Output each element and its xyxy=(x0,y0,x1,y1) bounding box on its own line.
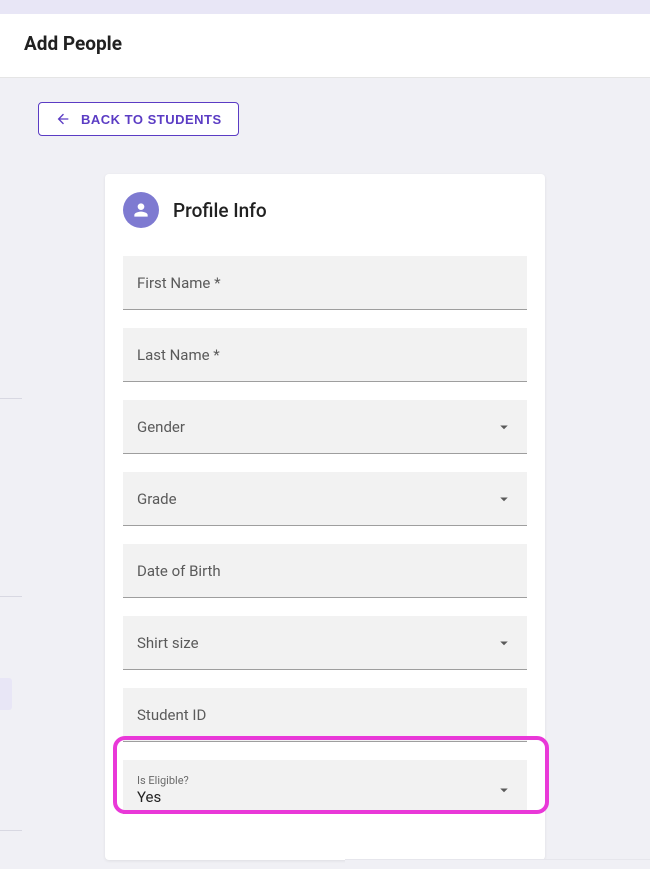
profile-card: Profile Info First Name * Last Name * Ge… xyxy=(105,174,545,860)
chevron-down-icon xyxy=(495,634,513,652)
is-eligible-label: Is Eligible? xyxy=(137,774,189,787)
gender-select[interactable]: Gender xyxy=(123,400,527,454)
student-id-label: Student ID xyxy=(137,706,206,724)
back-button-label: BACK TO STUDENTS xyxy=(81,112,222,127)
header-bar: Add People xyxy=(0,14,650,78)
is-eligible-select[interactable]: Is Eligible? Yes xyxy=(123,760,527,814)
dob-label: Date of Birth xyxy=(137,562,221,580)
bottom-edge xyxy=(345,859,650,869)
edge-divider xyxy=(0,830,22,831)
shirt-size-label: Shirt size xyxy=(137,634,199,652)
chevron-down-icon xyxy=(495,490,513,508)
last-name-field[interactable]: Last Name * xyxy=(123,328,527,382)
first-name-label: First Name * xyxy=(137,274,221,292)
card-header: Profile Info xyxy=(123,192,527,228)
gender-label: Gender xyxy=(137,418,185,436)
edge-divider xyxy=(0,398,22,399)
back-to-students-button[interactable]: BACK TO STUDENTS xyxy=(38,102,239,136)
edge-divider xyxy=(0,596,22,597)
shirt-size-select[interactable]: Shirt size xyxy=(123,616,527,670)
page-title: Add People xyxy=(24,32,626,55)
chevron-down-icon xyxy=(495,781,513,799)
profile-avatar xyxy=(123,192,159,228)
page-body: BACK TO STUDENTS Profile Info First Name… xyxy=(0,78,650,869)
last-name-label: Last Name * xyxy=(137,346,220,364)
edge-tab xyxy=(0,678,12,710)
arrow-left-icon xyxy=(55,111,71,127)
card-title: Profile Info xyxy=(173,199,267,222)
chevron-down-icon xyxy=(495,418,513,436)
is-eligible-value: Yes xyxy=(137,788,189,806)
person-icon xyxy=(131,200,151,220)
grade-label: Grade xyxy=(137,490,177,508)
grade-select[interactable]: Grade xyxy=(123,472,527,526)
dob-field[interactable]: Date of Birth xyxy=(123,544,527,598)
first-name-field[interactable]: First Name * xyxy=(123,256,527,310)
student-id-field[interactable]: Student ID xyxy=(123,688,527,742)
top-strip xyxy=(0,0,650,14)
